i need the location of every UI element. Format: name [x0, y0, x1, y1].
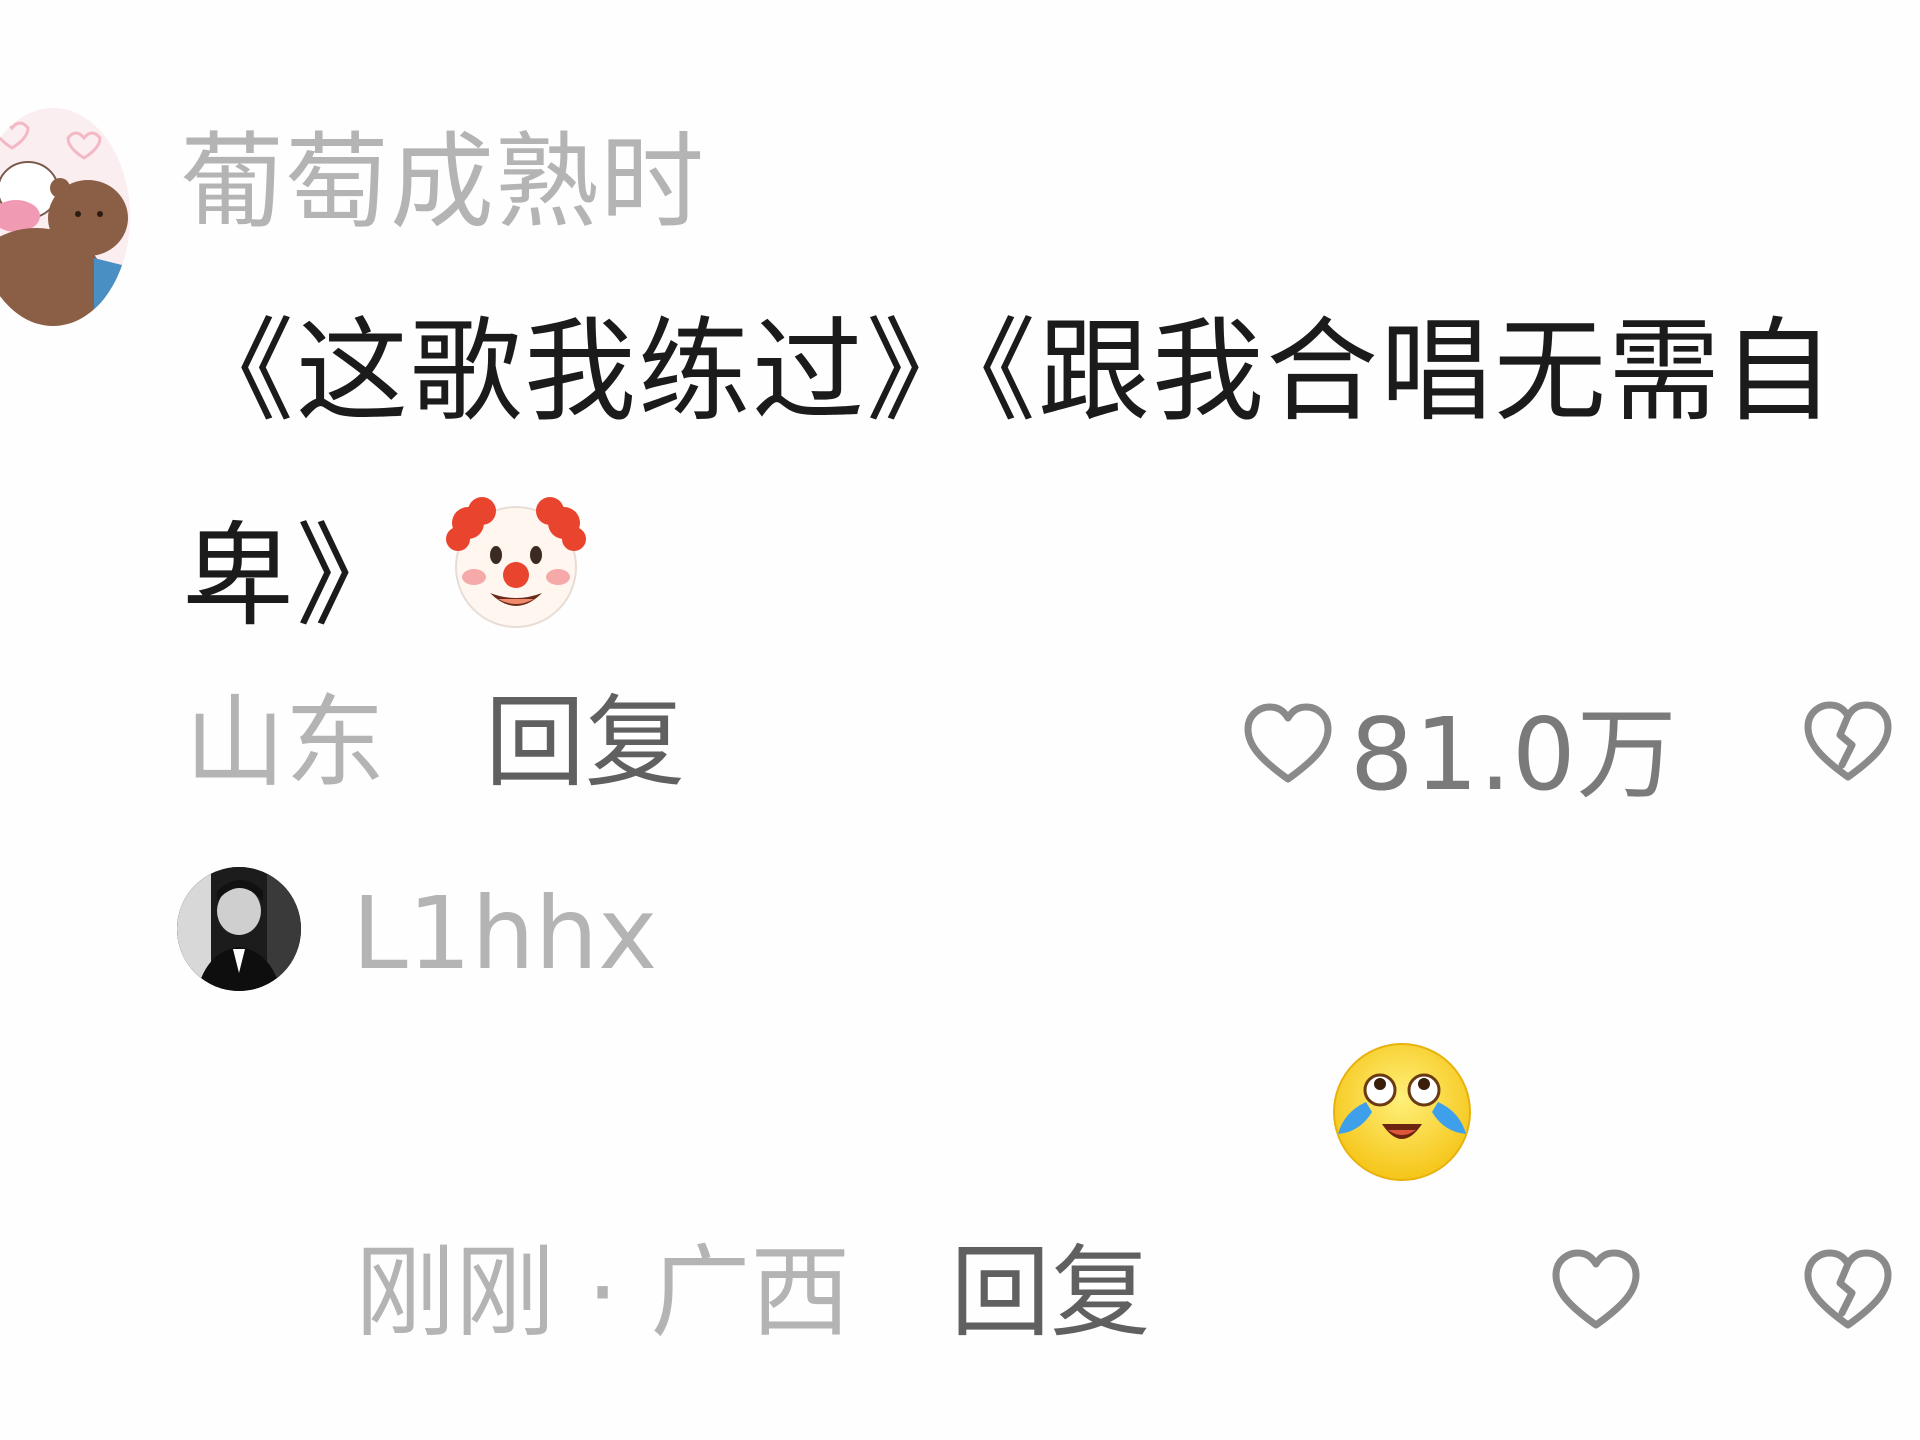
reply-avatar[interactable] — [177, 867, 301, 991]
comment-text: 《这歌我练过》《跟我合唱无需自卑》 — [182, 270, 1872, 680]
dislike-button[interactable] — [1800, 695, 1896, 791]
like-count: 81.0万 — [1350, 695, 1678, 813]
comment-username[interactable]: 葡萄成熟时 — [180, 120, 705, 244]
comment-meta: 山东 回复 — [185, 683, 685, 803]
reply-like-button[interactable] — [1548, 1243, 1644, 1339]
reply-username[interactable]: L1hhx — [352, 872, 657, 996]
clown-face-icon — [446, 493, 586, 633]
broken-heart-icon — [1800, 695, 1896, 791]
reply-meta: 刚刚 · 广西 回复 — [355, 1233, 1150, 1353]
comment-body: 《这歌我练过》《跟我合唱无需自卑》 — [182, 307, 1836, 642]
reply-button[interactable]: 回复 — [485, 684, 685, 801]
avatar-bears-image — [0, 108, 130, 326]
reply-reply-button[interactable]: 回复 — [950, 1234, 1150, 1351]
comment-region: 山东 — [185, 684, 385, 801]
reply-time-region: 刚刚 · 广西 — [355, 1234, 851, 1351]
heart-outline-icon — [1548, 1243, 1644, 1339]
heart-outline-icon — [1240, 697, 1336, 793]
laughing-crying-face-icon — [1330, 1040, 1475, 1185]
broken-heart-icon — [1800, 1243, 1896, 1339]
avatar-person-image — [177, 867, 301, 991]
reply-dislike-button[interactable] — [1800, 1243, 1896, 1339]
avatar[interactable] — [0, 108, 130, 326]
like-button[interactable]: 81.0万 — [1240, 690, 1678, 813]
